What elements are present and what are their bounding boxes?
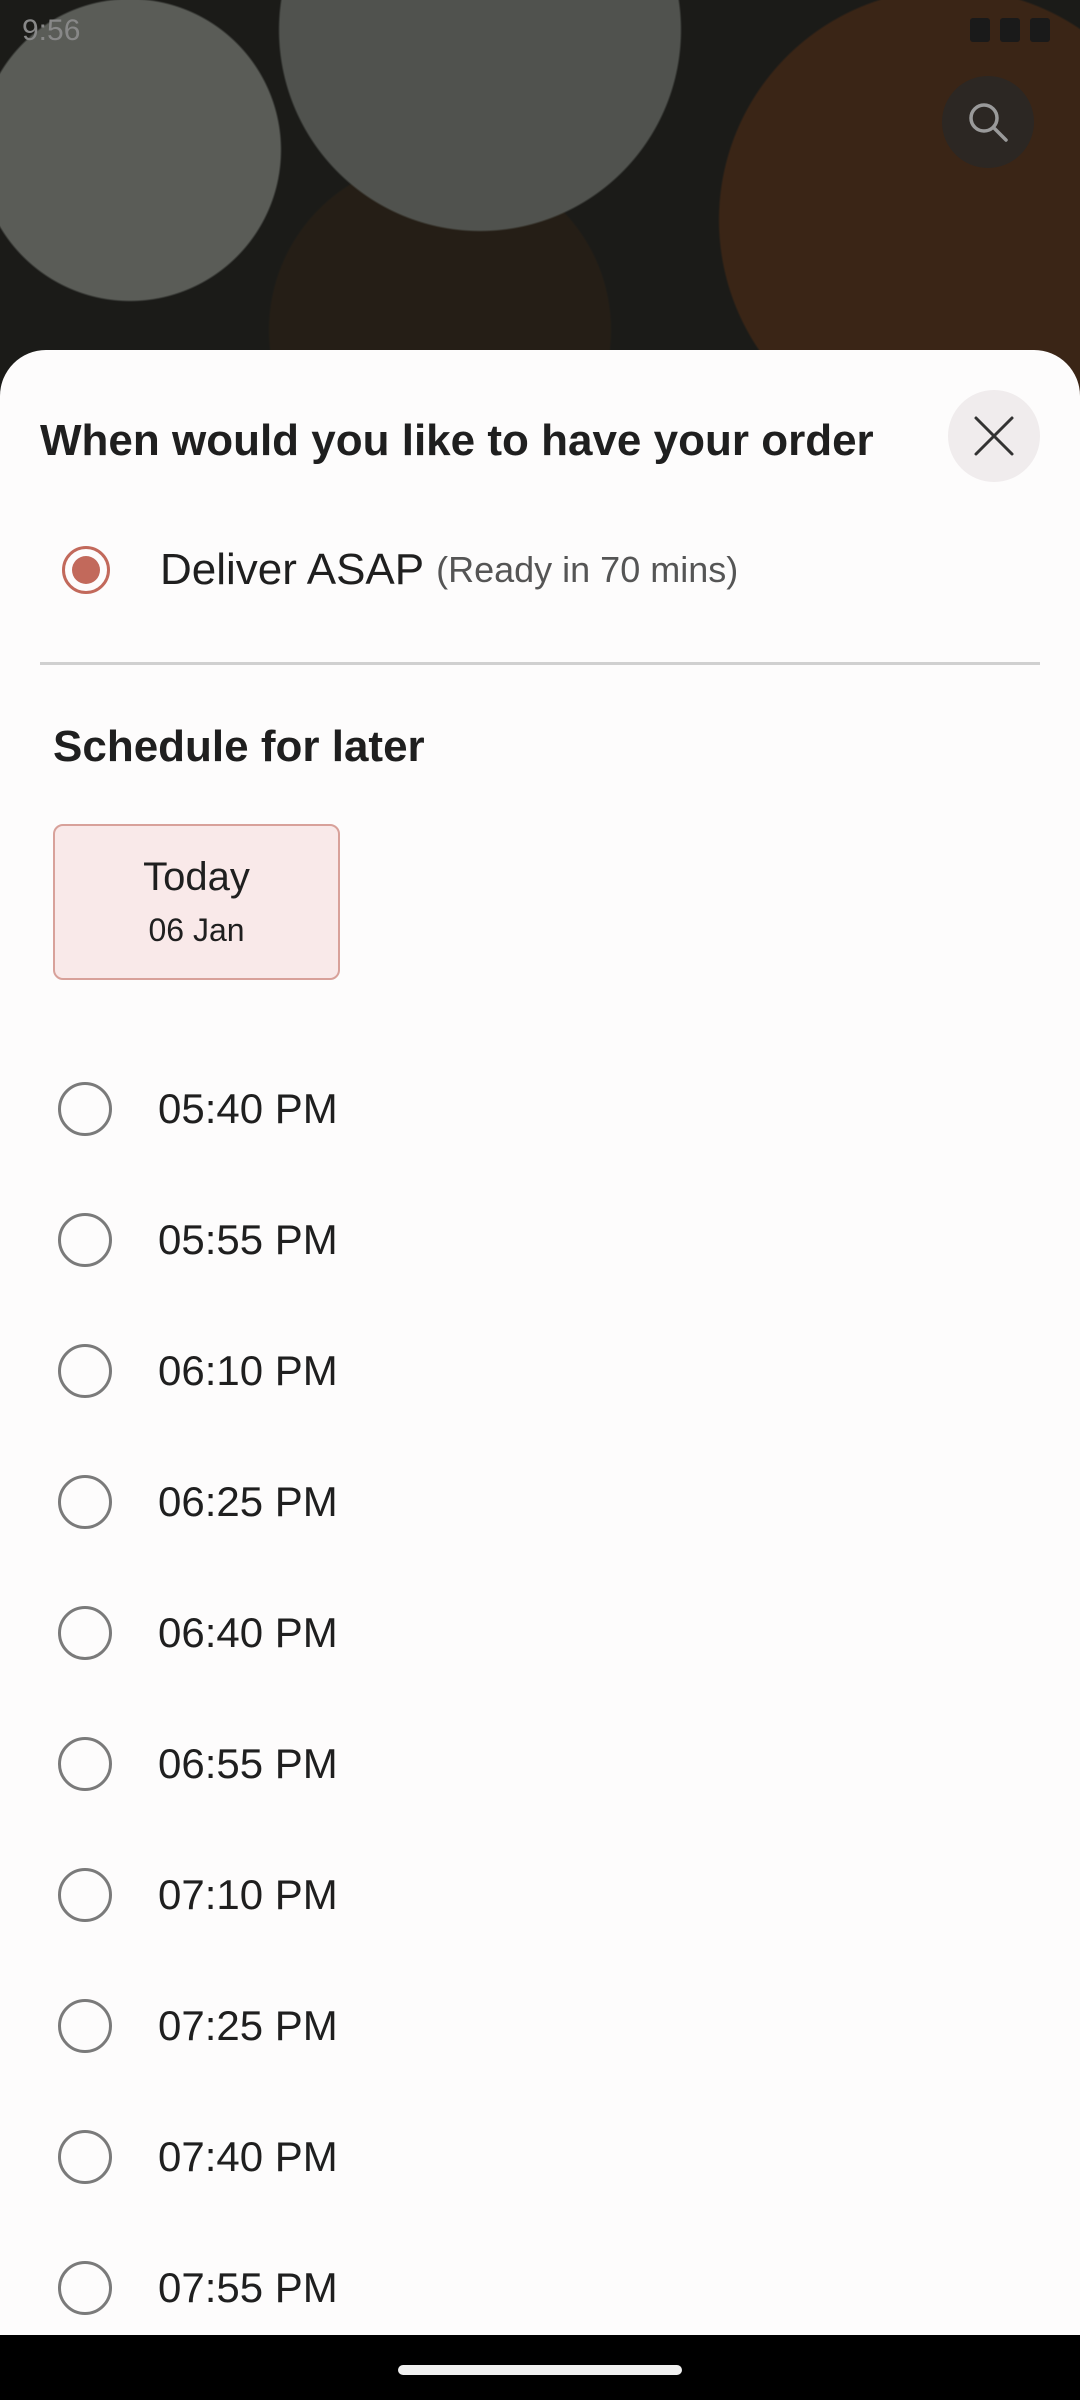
time-slot-radio[interactable] — [58, 1736, 112, 1791]
time-slot-option[interactable]: 06:40 PM — [58, 1567, 1038, 1698]
time-slot-label: 05:40 PM — [158, 1084, 338, 1132]
time-slot-option[interactable]: 07:40 PM — [58, 2091, 1038, 2222]
time-slot-radio[interactable] — [58, 1081, 112, 1136]
time-slot-label: 06:55 PM — [158, 1739, 338, 1787]
time-slot-option[interactable]: 05:40 PM — [58, 1043, 1038, 1174]
time-slot-radio[interactable] — [58, 1212, 112, 1267]
sheet-title: When would you like to have your order — [40, 416, 874, 465]
time-slot-radio[interactable] — [58, 1867, 112, 1922]
time-slot-list: 05:40 PM 05:55 PM 06:10 PM 06:25 PM 06:4… — [58, 1043, 1038, 2353]
time-slot-option[interactable]: 07:25 PM — [58, 1960, 1038, 2091]
battery-icon — [1030, 18, 1050, 42]
close-button[interactable] — [948, 390, 1040, 482]
time-slot-label: 07:25 PM — [158, 2001, 338, 2049]
time-slot-radio[interactable] — [58, 1343, 112, 1398]
time-slot-option[interactable]: 05:55 PM — [58, 1174, 1038, 1305]
deliver-asap-label: Deliver ASAP — [160, 545, 425, 594]
time-slot-radio[interactable] — [58, 1474, 112, 1529]
delivery-time-sheet: When would you like to have your order D… — [0, 350, 1080, 2335]
time-slot-radio[interactable] — [58, 1605, 112, 1660]
home-indicator[interactable] — [398, 2365, 682, 2375]
time-slot-label: 05:55 PM — [158, 1215, 338, 1263]
signal-icon — [1000, 18, 1020, 42]
deliver-asap-radio[interactable] — [62, 546, 110, 594]
day-chip-date: 06 Jan — [148, 912, 245, 948]
time-slot-label: 06:25 PM — [158, 1477, 338, 1525]
status-bar-time: 9:56 — [22, 14, 81, 47]
deliver-asap-option[interactable]: Deliver ASAP (Ready in 70 mins) — [40, 520, 1040, 620]
time-slot-label: 07:10 PM — [158, 1870, 338, 1918]
time-slot-radio[interactable] — [58, 2260, 112, 2315]
divider — [40, 662, 1040, 665]
time-slot-radio[interactable] — [58, 2129, 112, 2184]
time-slot-radio[interactable] — [58, 1998, 112, 2053]
wifi-icon — [970, 18, 990, 42]
status-icons — [970, 18, 1050, 42]
close-icon — [974, 416, 1014, 456]
time-slot-option[interactable]: 06:25 PM — [58, 1436, 1038, 1567]
schedule-later-heading: Schedule for later — [53, 722, 425, 771]
time-slot-label: 06:10 PM — [158, 1346, 338, 1394]
time-slot-option[interactable]: 07:10 PM — [58, 1829, 1038, 1960]
day-chip-today[interactable]: Today 06 Jan — [53, 824, 340, 980]
search-icon — [969, 103, 1008, 142]
time-slot-option[interactable]: 06:55 PM — [58, 1698, 1038, 1829]
time-slot-option[interactable]: 07:55 PM — [58, 2222, 1038, 2353]
ready-time-note: (Ready in 70 mins) — [436, 549, 739, 590]
time-slot-option[interactable]: 06:10 PM — [58, 1305, 1038, 1436]
time-slot-label: 06:40 PM — [158, 1608, 338, 1656]
time-slot-label: 07:55 PM — [158, 2263, 338, 2311]
day-chip-day: Today — [143, 855, 250, 899]
time-slot-label: 07:40 PM — [158, 2132, 338, 2180]
search-button[interactable] — [942, 76, 1034, 168]
